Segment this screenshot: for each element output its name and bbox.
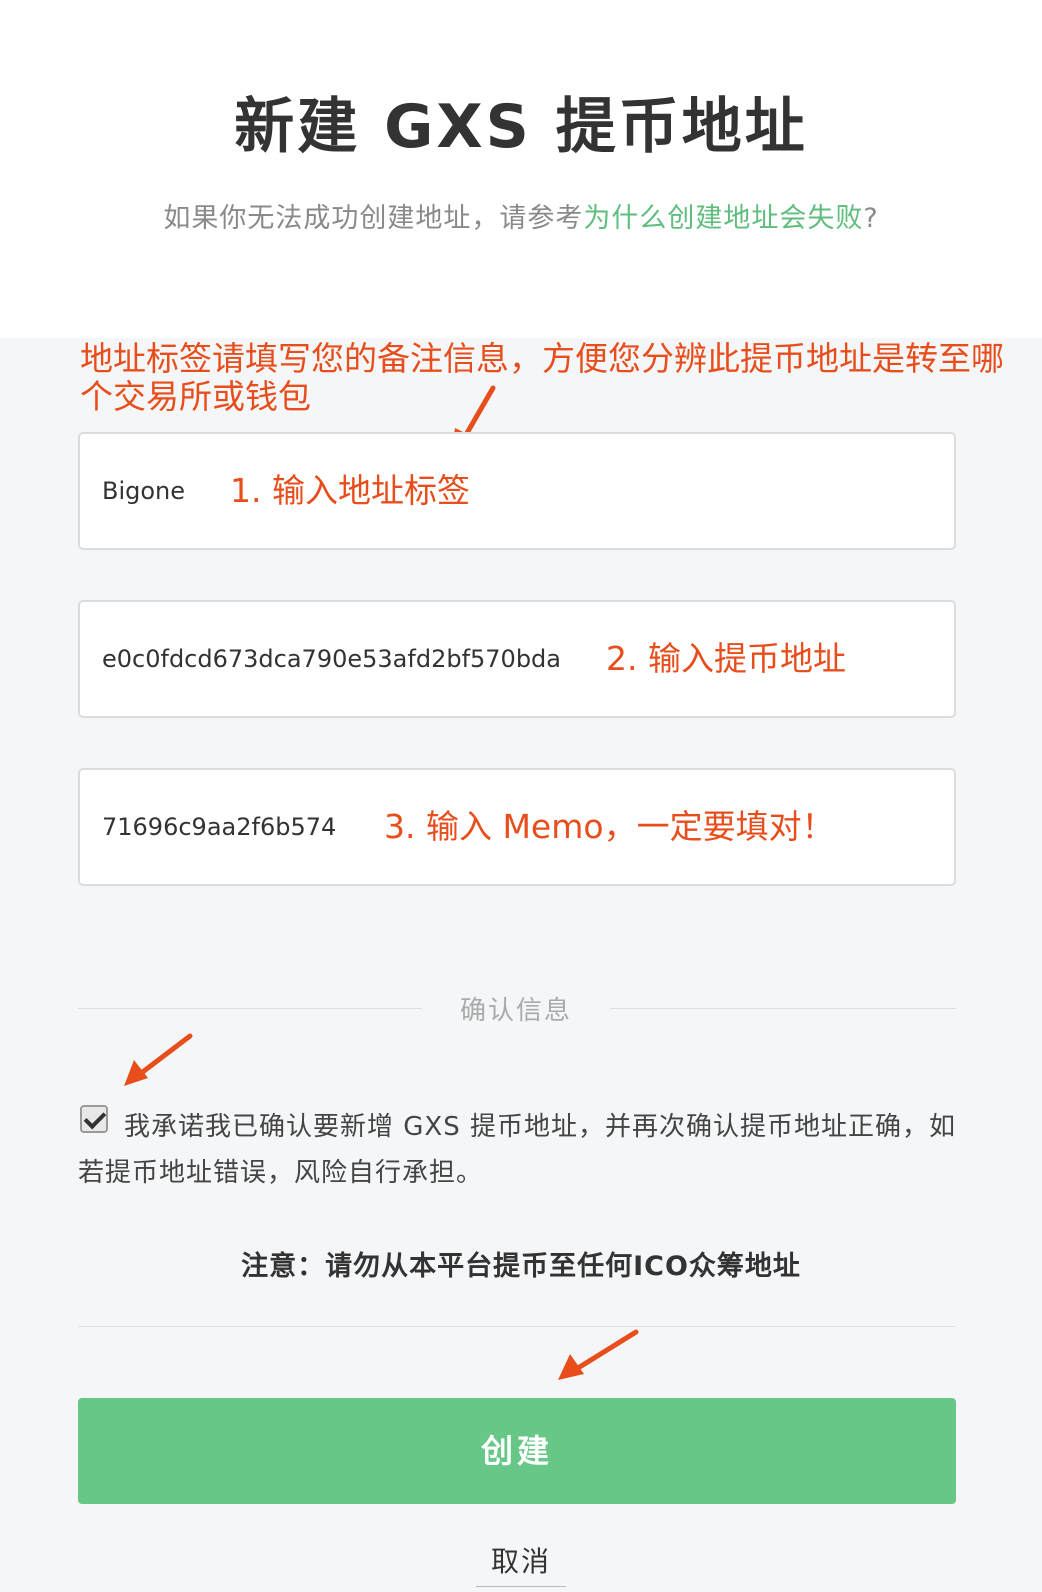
- divider-right: [610, 1008, 956, 1009]
- subtitle-suffix: ?: [863, 203, 879, 234]
- divider-left: [78, 1008, 422, 1009]
- confirm-section-label: 确认信息: [459, 996, 572, 1026]
- page-header: 新建 GXS 提币地址 如果你无法成功创建地址，请参考为什么创建地址会失败?: [0, 0, 1042, 338]
- memo-value: 71696c9aa2f6b574: [102, 813, 337, 841]
- help-link[interactable]: 为什么创建地址会失败: [583, 203, 863, 234]
- memo-field[interactable]: 71696c9aa2f6b574 3. 输入 Memo，一定要填对！: [78, 768, 956, 886]
- page-title: 新建 GXS 提币地址: [234, 92, 808, 162]
- bottom-divider: [78, 1326, 956, 1327]
- withdraw-address-field[interactable]: e0c0fdcd673dca790e53afd2bf570bda 2. 输入提币…: [78, 600, 956, 718]
- annotation-step1: 1. 输入地址标签: [230, 471, 470, 510]
- annotation-arrow-icon: [558, 1329, 639, 1380]
- create-button[interactable]: 创建: [78, 1398, 956, 1504]
- cancel-link[interactable]: 取消: [476, 1540, 566, 1587]
- annotation-step2: 2. 输入提币地址: [606, 639, 846, 678]
- annotation-step3: 3. 输入 Memo，一定要填对！: [384, 807, 835, 846]
- page: 新建 GXS 提币地址 如果你无法成功创建地址，请参考为什么创建地址会失败? 地…: [0, 0, 1042, 1592]
- address-label-field[interactable]: Bigone 1. 输入地址标签: [78, 432, 956, 550]
- subtitle-text: 如果你无法成功创建地址，请参考: [163, 203, 584, 234]
- agreement-text: 我承诺我已确认要新增 GXS 提币地址，并再次确认提币地址正确，如若提币地址错误…: [78, 1112, 956, 1188]
- agreement-checkbox[interactable]: [80, 1105, 108, 1133]
- page-subtitle: 如果你无法成功创建地址，请参考为什么创建地址会失败?: [0, 196, 1042, 235]
- annotation-arrow-icon: [124, 1033, 193, 1086]
- annotation-top-note: 地址标签请填写您的备注信息，方便您分辨此提币地址是转至哪个交易所或钱包: [80, 339, 1004, 416]
- ico-warning: 注意：请勿从本平台提币至任何ICO众筹地址: [241, 1251, 801, 1282]
- address-label-value: Bigone: [102, 477, 186, 505]
- withdraw-address-value: e0c0fdcd673dca790e53afd2bf570bda: [102, 645, 561, 673]
